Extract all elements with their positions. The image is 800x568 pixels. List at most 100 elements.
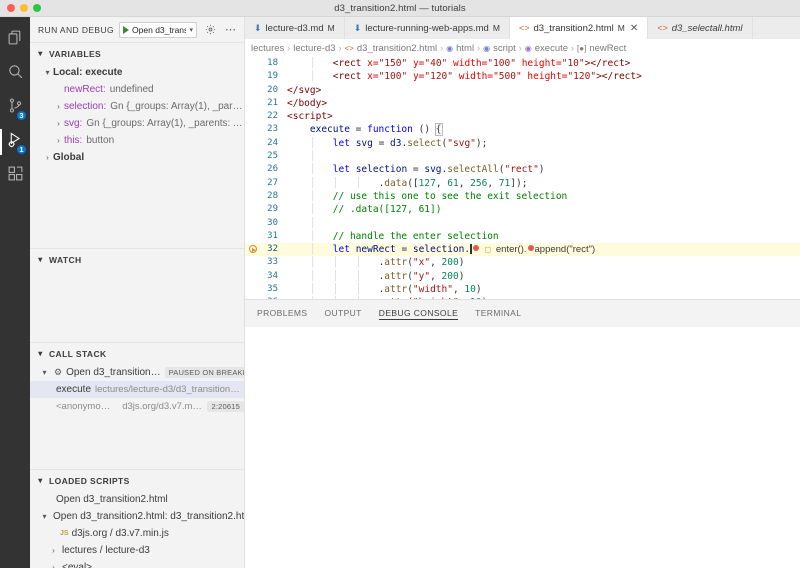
code-text[interactable]: </svg> bbox=[285, 84, 800, 97]
breadcrumb-item-newrect[interactable]: newRect bbox=[589, 43, 626, 54]
variable-row[interactable]: › svg: Gn {_groups: Array(1), _parents: … bbox=[30, 115, 244, 132]
breakpoint-icon[interactable] bbox=[249, 245, 257, 254]
chevron-right-icon[interactable]: › bbox=[53, 119, 64, 128]
loaded-script-item[interactable]: Open d3_transition2.html bbox=[30, 491, 244, 508]
activity-item-source-control[interactable]: 3 bbox=[0, 91, 30, 125]
line-number[interactable]: 34 bbox=[245, 270, 285, 283]
variable-row[interactable]: › this: button bbox=[30, 132, 244, 149]
launch-configuration-dropdown[interactable]: Open d3_transition2 ▾ bbox=[119, 21, 197, 38]
code-line[interactable]: 30 │ bbox=[245, 217, 800, 230]
breadcrumb-item-file[interactable]: d3_transition2.html bbox=[357, 43, 437, 54]
code-text[interactable]: │ │ │ .attr("y", 200) bbox=[285, 270, 800, 283]
call-stack-header[interactable]: ▾ CALL STACK bbox=[30, 343, 244, 364]
line-number[interactable]: 19 bbox=[245, 70, 285, 83]
code-line[interactable]: 32 │ let newRect = selection. □ enter().… bbox=[245, 243, 800, 257]
code-line[interactable]: 18 │ <rect x="150" y="40" width="100" he… bbox=[245, 57, 800, 70]
line-number[interactable]: 20 bbox=[245, 84, 285, 97]
code-text[interactable]: │ bbox=[285, 150, 800, 163]
line-number[interactable]: 30 bbox=[245, 217, 285, 230]
variables-header[interactable]: ▾ VARIABLES bbox=[30, 43, 244, 64]
chevron-down-icon[interactable]: ▾ bbox=[42, 68, 53, 77]
code-text[interactable]: │ <rect x="150" y="40" width="100" heigh… bbox=[285, 57, 800, 70]
chevron-right-icon[interactable]: › bbox=[48, 563, 59, 568]
chevron-right-icon[interactable]: › bbox=[42, 153, 53, 162]
line-number[interactable]: 26 bbox=[245, 163, 285, 176]
breadcrumb-item-lectures[interactable]: lectures bbox=[251, 43, 284, 54]
code-text[interactable]: │ // use this one to see the exit select… bbox=[285, 190, 800, 203]
line-number[interactable]: 21 bbox=[245, 97, 285, 110]
editor-tab-lecture-d3[interactable]: ⬇ lecture-d3.md M bbox=[245, 17, 345, 39]
code-line[interactable]: 23 execute = function () { bbox=[245, 123, 800, 137]
chevron-down-icon[interactable]: ▾ bbox=[39, 368, 50, 377]
line-number[interactable]: 32 bbox=[245, 243, 285, 256]
call-stack-frame[interactable]: execute lectures/lecture-d3/d3_transitio… bbox=[30, 381, 244, 398]
code-line[interactable]: 29 │ // .data([127, 61]) bbox=[245, 203, 800, 216]
code-text[interactable]: │ let svg = d3.select("svg"); bbox=[285, 137, 800, 150]
code-line[interactable]: 24 │ let svg = d3.select("svg"); bbox=[245, 137, 800, 150]
chevron-right-icon[interactable]: › bbox=[53, 102, 64, 111]
code-line[interactable]: 28 │ // use this one to see the exit sel… bbox=[245, 190, 800, 203]
line-number[interactable]: 27 bbox=[245, 177, 285, 190]
code-line[interactable]: 26 │ let selection = svg.selectAll("rect… bbox=[245, 163, 800, 176]
code-line[interactable]: 27 │ │ │ .data([127, 61, 256, 71]); bbox=[245, 177, 800, 190]
loaded-scripts-header[interactable]: ▾ LOADED SCRIPTS bbox=[30, 470, 244, 491]
line-number[interactable]: 22 bbox=[245, 110, 285, 123]
code-text[interactable]: │ │ │ .attr("width", 10) bbox=[285, 283, 800, 296]
code-text[interactable]: <script> bbox=[285, 110, 800, 123]
code-text[interactable]: execute = function () { bbox=[285, 123, 800, 137]
variable-row[interactable]: › Global bbox=[30, 149, 244, 166]
code-text[interactable]: │ │ │ .data([127, 61, 256, 71]); bbox=[285, 177, 800, 190]
code-line[interactable]: 34 │ │ │ .attr("y", 200) bbox=[245, 270, 800, 283]
play-icon[interactable] bbox=[123, 25, 130, 34]
panel-tab-terminal[interactable]: TERMINAL bbox=[475, 299, 521, 327]
variable-row[interactable]: › selection: Gn {_groups: Array(1), _par… bbox=[30, 98, 244, 115]
line-number[interactable]: 18 bbox=[245, 57, 285, 70]
code-line[interactable]: 33 │ │ │ .attr("x", 200) bbox=[245, 256, 800, 269]
code-line[interactable]: 22 <script> bbox=[245, 110, 800, 123]
loaded-script-item[interactable]: › lectures / lecture-d3 bbox=[30, 542, 244, 559]
chevron-down-icon[interactable]: ▾ bbox=[39, 512, 50, 521]
editor-tab-d3-transition2[interactable]: <> d3_transition2.html M ✕ bbox=[509, 17, 649, 39]
activity-item-search[interactable] bbox=[0, 57, 30, 91]
code-text[interactable]: │ │ │ .attr("height", 10) bbox=[285, 296, 800, 298]
activity-item-explorer[interactable] bbox=[0, 23, 30, 57]
chevron-right-icon[interactable]: › bbox=[48, 546, 59, 555]
chevron-right-icon[interactable]: › bbox=[53, 136, 64, 145]
panel-tab-problems[interactable]: PROBLEMS bbox=[257, 299, 307, 327]
line-number[interactable]: 33 bbox=[245, 256, 285, 269]
activity-item-run-and-debug[interactable]: 1 bbox=[0, 125, 30, 159]
inline-suggestion-text[interactable]: append("rect") bbox=[535, 244, 596, 255]
line-number[interactable]: 24 bbox=[245, 137, 285, 150]
line-number[interactable]: 28 bbox=[245, 190, 285, 203]
code-text[interactable]: │ // .data([127, 61]) bbox=[285, 203, 800, 216]
line-number[interactable]: 25 bbox=[245, 150, 285, 163]
code-text[interactable]: │ │ │ .attr("x", 200) bbox=[285, 256, 800, 269]
variable-row[interactable]: newRect: undefined bbox=[30, 81, 244, 98]
code-line[interactable]: 25 │ bbox=[245, 150, 800, 163]
code-line[interactable]: 21 </body> bbox=[245, 97, 800, 110]
code-line[interactable]: 19 │ <rect x="100" y="120" width="500" h… bbox=[245, 70, 800, 83]
close-icon[interactable]: ✕ bbox=[630, 23, 638, 34]
code-text[interactable]: │ let selection = svg.selectAll("rect") bbox=[285, 163, 800, 176]
line-number[interactable]: 31 bbox=[245, 230, 285, 243]
code-line[interactable]: 31 │ // handle the enter selection bbox=[245, 230, 800, 243]
variable-row[interactable]: ▾ Local: execute bbox=[30, 64, 244, 81]
editor-tab-lecture-running-web-apps[interactable]: ⬇ lecture-running-web-apps.md M bbox=[344, 17, 510, 39]
loaded-script-item[interactable]: ▾ Open d3_transition2.html: d3_transitio… bbox=[30, 508, 244, 525]
call-stack-session[interactable]: ▾ ⚙ Open d3_transition… PAUSED ON BREAKP… bbox=[30, 364, 244, 381]
watch-header[interactable]: ▾ WATCH bbox=[30, 249, 244, 270]
code-text[interactable]: </body> bbox=[285, 97, 800, 110]
breadcrumb-item-script[interactable]: script bbox=[493, 43, 516, 54]
breadcrumb-item-execute[interactable]: execute bbox=[535, 43, 568, 54]
editor-tab-d3-selectall[interactable]: <> d3_selectall.html bbox=[648, 17, 753, 39]
loaded-script-item[interactable]: › <eval> bbox=[30, 559, 244, 568]
line-number[interactable]: 29 bbox=[245, 203, 285, 216]
inline-suggestion-text[interactable]: enter(). bbox=[496, 244, 527, 255]
gear-icon[interactable] bbox=[202, 22, 218, 38]
line-number[interactable]: 23 bbox=[245, 123, 285, 136]
code-editor[interactable]: 18 │ <rect x="150" y="40" width="100" he… bbox=[245, 57, 800, 299]
code-text[interactable]: │ let newRect = selection. □ enter(). app… bbox=[285, 243, 800, 257]
ellipsis-icon[interactable]: ⋯ bbox=[223, 22, 239, 38]
code-text[interactable]: │ <rect x="100" y="120" width="500" heig… bbox=[285, 70, 800, 83]
debug-console-body[interactable] bbox=[245, 326, 800, 568]
